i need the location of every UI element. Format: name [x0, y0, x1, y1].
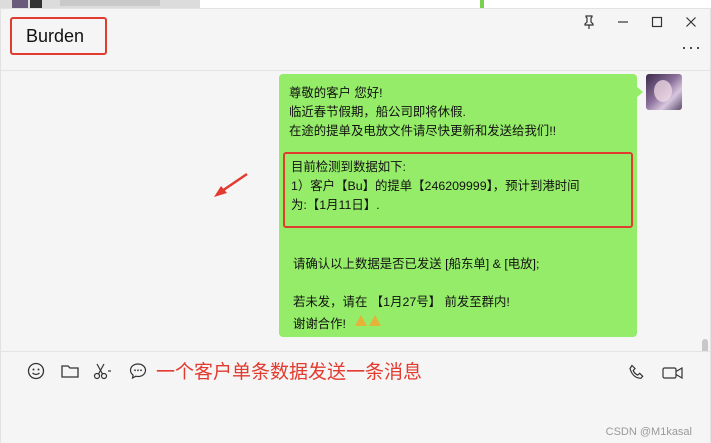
input-toolbar	[25, 360, 149, 382]
avatar[interactable]	[646, 74, 682, 110]
folder-icon[interactable]	[59, 360, 81, 382]
message-footer: 请确认以上数据是否已发送 [船东单] & [电放]; 若未发，请在 【1月27号…	[293, 255, 539, 334]
title-bar: Burden ···	[1, 9, 710, 71]
annotation-caption: 一个客户单条数据发送一条消息	[156, 362, 423, 383]
chat-title: Burden	[26, 25, 85, 46]
video-icon[interactable]	[662, 362, 684, 384]
message-line: 若未发，请在 【1月27号】 前发至群内!	[293, 295, 510, 309]
thanks-text: 谢谢合作!	[293, 317, 347, 331]
arrow-annotation	[214, 172, 248, 197]
background-text	[60, 0, 160, 6]
close-icon[interactable]	[684, 15, 698, 29]
data-highlight-box: 目前检测到数据如下: 1）客户【Bu】的提单【246209999】，预计到港时间…	[283, 152, 633, 228]
message-line: 尊敬的客户 您好!	[289, 86, 383, 100]
window-controls	[582, 15, 698, 29]
watermark: CSDN @M1kasal	[605, 426, 692, 438]
emoji-icon[interactable]	[25, 360, 47, 382]
message-bubble[interactable]: 尊敬的客户 您好! 临近春节假期，船公司即将休假. 在途的提单及电放文件请尽快更…	[279, 74, 643, 337]
title-highlight-box: Burden	[10, 17, 107, 55]
scissors-icon[interactable]	[93, 360, 115, 382]
chat-area: 尊敬的客户 您好! 临近春节假期，船公司即将休假. 在途的提单及电放文件请尽快更…	[1, 71, 710, 351]
highlight-line: 1）客户【Bu】的提单【246209999】，预计到港时间	[291, 179, 580, 193]
message-line: 临近春节假期，船公司即将休假.	[289, 105, 466, 119]
maximize-icon[interactable]	[650, 15, 664, 29]
fist-emoji-icon	[353, 312, 387, 333]
chat-bubble-icon[interactable]	[127, 360, 149, 382]
pin-icon[interactable]	[582, 15, 596, 29]
highlight-line: 目前检测到数据如下:	[291, 160, 406, 174]
chat-window: Burden ··· 尊敬的客户 您好! 临近春节假期，船公司即将休假. 在途的…	[0, 8, 711, 443]
more-icon[interactable]: ···	[681, 37, 702, 58]
message-line: 在途的提单及电放文件请尽快更新和发送给我们!!	[289, 124, 557, 138]
message-line: 请确认以上数据是否已发送 [船东单] & [电放];	[293, 257, 540, 271]
highlight-line: 为:【1月11日】.	[291, 198, 380, 212]
minimize-icon[interactable]	[616, 15, 630, 29]
phone-icon[interactable]	[626, 362, 648, 384]
input-area[interactable]: 一个客户单条数据发送一条消息 CSDN @M1kasal	[1, 351, 710, 443]
call-tools	[626, 362, 684, 384]
message-line: 谢谢合作!	[293, 312, 539, 334]
